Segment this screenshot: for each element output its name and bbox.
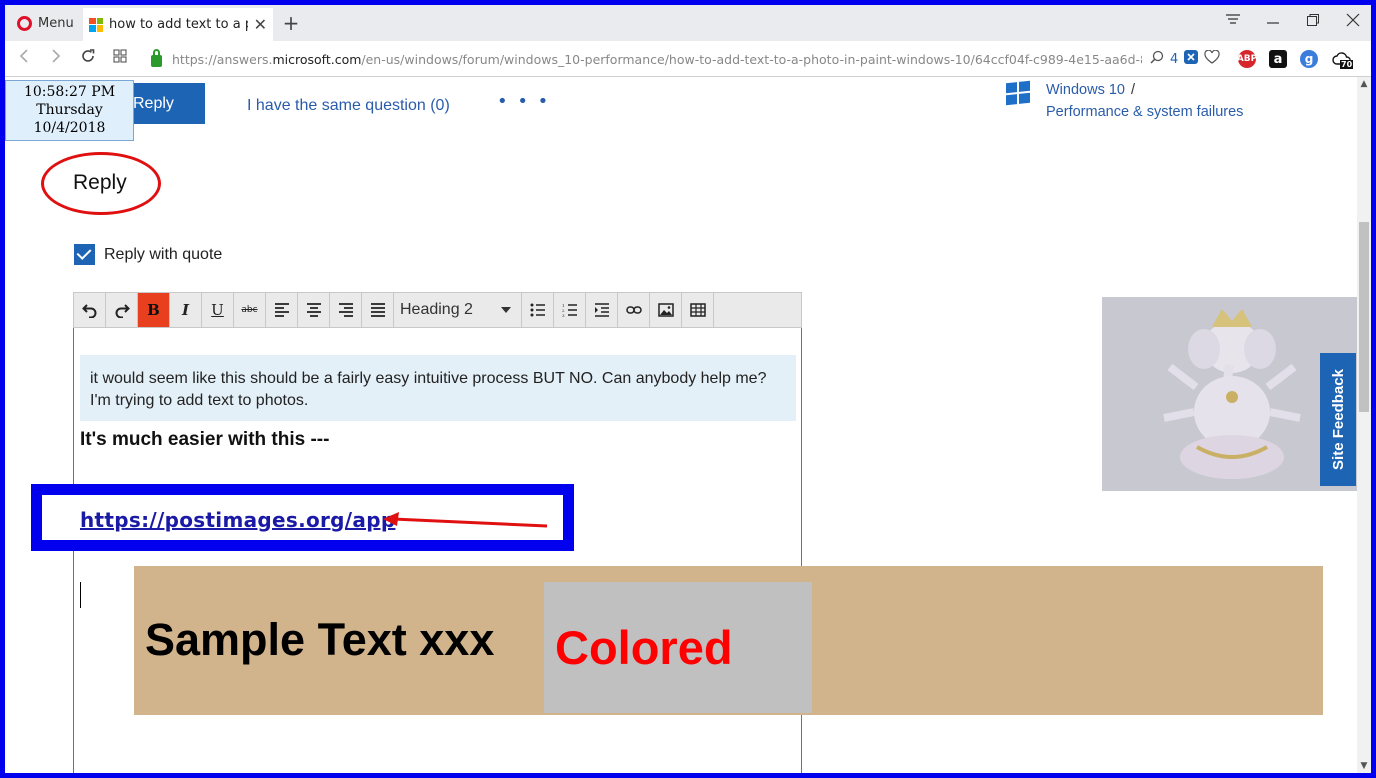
opera-menu-button[interactable]: Menu — [11, 10, 80, 36]
undo-button[interactable] — [74, 293, 106, 327]
reply-with-quote-checkbox[interactable] — [74, 244, 95, 265]
red-annotation-ellipse — [41, 152, 161, 215]
breadcrumb-link-windows-10[interactable]: Windows 10 — [1046, 82, 1125, 98]
breadcrumb-separator: / — [1130, 82, 1136, 98]
speed-dial-icon[interactable] — [109, 48, 131, 68]
tab-bar: Menu how to add text to a photo in paint… — [5, 5, 1371, 41]
numbered-list-icon: 123 — [562, 303, 577, 317]
active-tab[interactable]: how to add text to a photo in paint ✕ — [83, 8, 273, 41]
url-text[interactable]: https://answers.microsoft.com/en-us/wind… — [172, 52, 1142, 67]
svg-text:3: 3 — [562, 313, 565, 317]
heading-select[interactable]: Heading 2 — [394, 293, 522, 327]
scroll-thumb[interactable] — [1359, 222, 1369, 412]
address-bar: https://answers.microsoft.com/en-us/wind… — [5, 41, 1371, 77]
page-content: 10:58:27 PM Thursday 10/4/2018 Reply I h… — [5, 77, 1357, 773]
undo-icon — [81, 304, 96, 318]
italic-button[interactable]: I — [170, 293, 202, 327]
redo-button[interactable] — [106, 293, 138, 327]
bullet-list-icon — [530, 303, 545, 317]
zoom-icon[interactable] — [1150, 50, 1164, 68]
table-button[interactable] — [682, 293, 714, 327]
forward-icon[interactable] — [45, 48, 67, 69]
minimize-icon[interactable] — [1261, 13, 1285, 31]
ad-blocker-icon[interactable] — [1184, 50, 1199, 68]
image-button[interactable] — [650, 293, 682, 327]
strikethrough-button[interactable]: abc — [234, 293, 266, 327]
bullet-list-button[interactable] — [522, 293, 554, 327]
sample-image: Sample Text xxx Colored — [134, 566, 1323, 715]
more-options-button[interactable]: • • • — [497, 91, 550, 112]
clock-day: Thursday — [36, 102, 103, 118]
weather-icon[interactable]: 70 — [1331, 50, 1354, 69]
tab-menu-icon[interactable] — [1221, 13, 1245, 31]
link-button[interactable] — [618, 293, 650, 327]
back-icon[interactable] — [13, 48, 35, 69]
link-icon — [625, 306, 642, 314]
table-icon — [689, 303, 706, 317]
ad-image[interactable] — [1102, 297, 1357, 491]
justify-icon — [370, 303, 385, 317]
new-tab-button[interactable]: + — [279, 11, 303, 35]
google-icon[interactable]: g — [1300, 50, 1318, 68]
heart-icon[interactable] — [1204, 49, 1220, 68]
blocker-count: 4 — [1170, 51, 1179, 67]
redo-icon — [115, 304, 130, 318]
clock-time: 10:58:27 PM — [23, 84, 116, 100]
align-center-button[interactable] — [298, 293, 330, 327]
restore-icon[interactable] — [1301, 13, 1325, 31]
indent-button[interactable] — [586, 293, 618, 327]
align-left-icon — [274, 303, 289, 317]
scroll-up-icon[interactable]: ▲ — [1357, 79, 1371, 89]
lock-icon — [151, 49, 162, 67]
windows-logo-icon — [1006, 80, 1030, 106]
align-right-button[interactable] — [330, 293, 362, 327]
bold-button[interactable]: B — [138, 293, 170, 327]
heading-select-value: Heading 2 — [400, 301, 473, 318]
align-right-icon — [338, 303, 353, 317]
red-arrow-icon — [383, 512, 548, 528]
editor-text-easier: It's much easier with this --- — [80, 429, 330, 450]
image-icon — [657, 303, 674, 317]
numbered-list-button[interactable]: 123 — [554, 293, 586, 327]
indent-icon — [594, 303, 609, 317]
site-feedback-label: Site Feedback — [1329, 369, 1347, 470]
site-feedback-button[interactable]: Site Feedback — [1320, 353, 1356, 486]
reload-icon[interactable] — [77, 48, 99, 69]
breadcrumb-windows-10: Windows 10 / — [1046, 82, 1135, 98]
vertical-scrollbar[interactable]: ▲ ▼ — [1357, 77, 1371, 773]
sample-text: Sample Text xxx — [145, 614, 495, 665]
weather-count: 70 — [1340, 60, 1354, 69]
ganesha-image-icon — [1163, 309, 1301, 479]
clock-overlay: 10:58:27 PM Thursday 10/4/2018 — [5, 80, 134, 141]
quoted-text: it would seem like this should be a fair… — [80, 355, 796, 421]
gray-box: Colored — [544, 582, 812, 713]
tab-close-icon[interactable]: ✕ — [254, 15, 267, 34]
opera-logo-icon — [17, 15, 32, 31]
reply-with-quote-label[interactable]: Reply with quote — [104, 246, 222, 264]
align-center-icon — [306, 303, 321, 317]
clock-date: 10/4/2018 — [33, 120, 106, 136]
colored-text: Colored — [555, 621, 733, 674]
underline-button[interactable]: U — [202, 293, 234, 327]
align-left-button[interactable] — [266, 293, 298, 327]
microsoft-logo-icon — [89, 17, 103, 32]
editor-toolbar: B I U abc Heading 2 1 2 3 — [73, 292, 802, 328]
postimages-link[interactable]: https://postimages.org/app — [80, 508, 395, 532]
chevron-down-icon — [501, 307, 511, 313]
menu-label: Menu — [38, 15, 74, 31]
close-window-icon[interactable] — [1341, 13, 1365, 31]
url-field[interactable]: https://answers.microsoft.com/en-us/wind… — [143, 46, 1231, 72]
amazon-icon[interactable]: a — [1269, 50, 1287, 68]
breadcrumb-link-performance[interactable]: Performance & system failures — [1046, 104, 1243, 120]
text-cursor — [80, 582, 81, 608]
adblock-plus-icon[interactable]: ABP — [1237, 50, 1257, 68]
justify-button[interactable] — [362, 293, 394, 327]
browser-window: Menu how to add text to a photo in paint… — [0, 0, 1376, 778]
tab-title: how to add text to a photo in paint — [109, 17, 248, 32]
same-question-link[interactable]: I have the same question (0) — [247, 97, 450, 115]
scroll-down-icon[interactable]: ▼ — [1357, 761, 1371, 771]
